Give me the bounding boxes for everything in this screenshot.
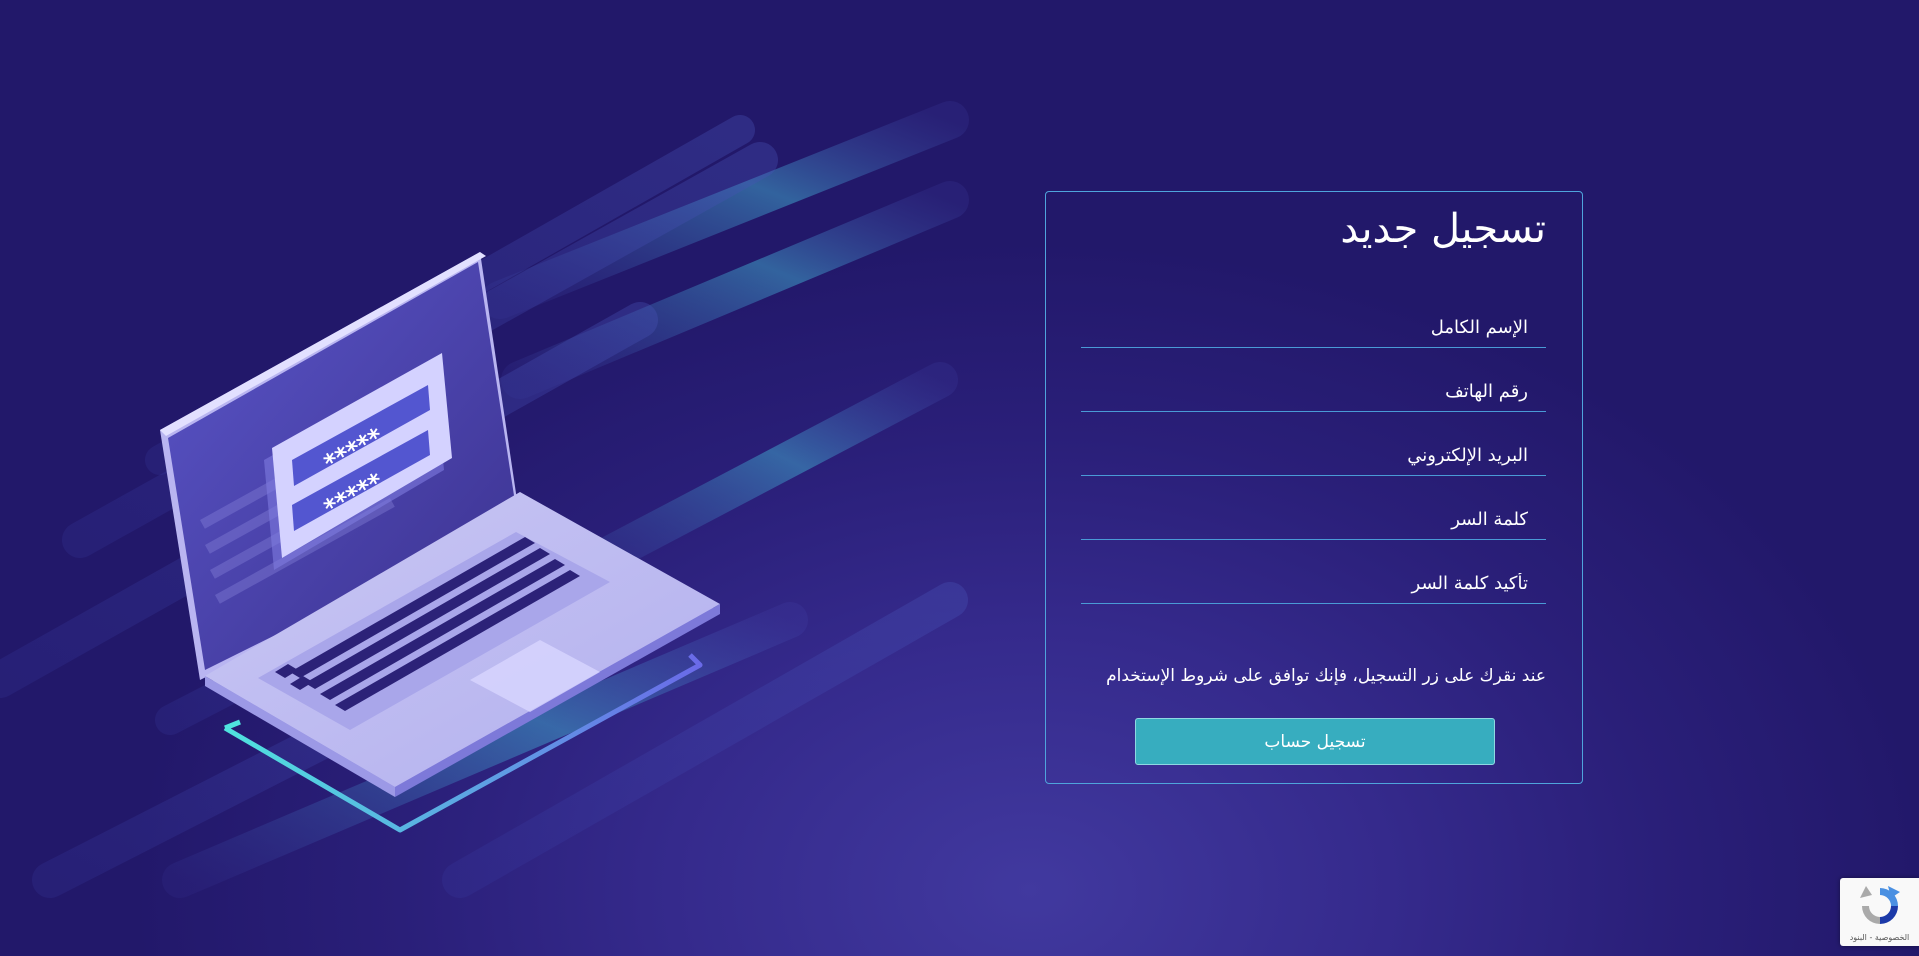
full-name-field xyxy=(1081,308,1546,348)
terms-notice: عند نقرك على زر التسجيل، فإنك توافق على … xyxy=(1106,666,1546,686)
phone-field xyxy=(1081,372,1546,412)
password-field xyxy=(1081,500,1546,540)
confirm-password-field xyxy=(1081,564,1546,604)
recaptcha-icon xyxy=(1860,886,1900,924)
page-title: تسجيل جديد xyxy=(1340,206,1546,252)
phone-input[interactable] xyxy=(1081,372,1546,411)
register-button[interactable]: تسجيل حساب xyxy=(1135,718,1495,765)
email-field xyxy=(1081,436,1546,476)
recaptcha-links[interactable]: الخصوصية - البنود xyxy=(1840,933,1919,942)
recaptcha-badge[interactable]: الخصوصية - البنود xyxy=(1840,878,1919,946)
laptop-illustration: ***** ***** xyxy=(160,252,720,833)
registration-card: تسجيل جديد عند نقرك على زر التسجيل، فإنك… xyxy=(1045,191,1583,784)
email-input[interactable] xyxy=(1081,436,1546,475)
password-input[interactable] xyxy=(1081,500,1546,539)
confirm-password-input[interactable] xyxy=(1081,564,1546,603)
full-name-input[interactable] xyxy=(1081,308,1546,347)
